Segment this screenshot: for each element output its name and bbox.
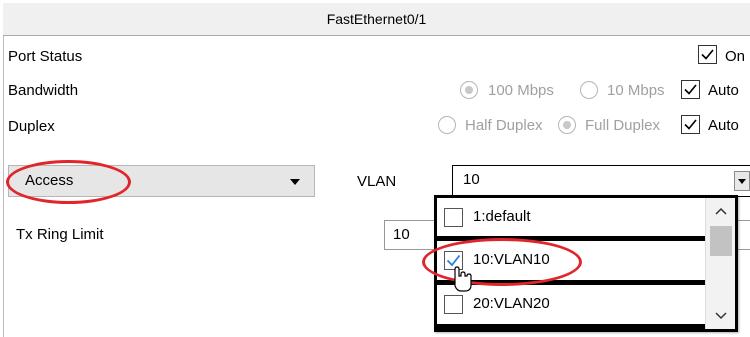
tx-ring-limit-label: Tx Ring Limit (16, 226, 104, 243)
vlan-value: 10 (463, 171, 480, 188)
vlan-option-label: 10:VLAN10 (473, 251, 550, 268)
port-status-label: Port Status (8, 48, 83, 65)
panel-title: FastEthernet0/1 (3, 3, 750, 36)
duplex-full-radio[interactable] (558, 116, 576, 134)
chevron-down-icon[interactable] (706, 303, 735, 329)
duplex-full-label: Full Duplex (585, 117, 661, 134)
port-status-on-label: On (725, 48, 746, 65)
vlan-option[interactable]: 10:VLAN10 (437, 241, 705, 285)
port-mode-select[interactable]: Access (8, 165, 315, 197)
vlan-list-scrollbar[interactable] (705, 198, 735, 329)
checkmark-icon (701, 49, 714, 60)
port-status-checkbox[interactable] (698, 45, 717, 64)
bandwidth-auto-label: Auto (708, 82, 739, 99)
bandwidth-auto-checkbox[interactable] (681, 80, 700, 99)
vlan-option[interactable]: 20:VLAN20 (437, 285, 705, 329)
vlan-option-label: 20:VLAN20 (473, 295, 550, 312)
checkmark-icon (684, 84, 697, 95)
bandwidth-10-radio[interactable] (580, 81, 598, 99)
vlan-option-label: 1:default (473, 208, 531, 225)
bandwidth-100-label: 100 Mbps (488, 82, 554, 99)
mouse-cursor-icon (454, 266, 472, 292)
vlan-label: VLAN (357, 173, 397, 190)
chevron-up-icon[interactable] (706, 198, 735, 224)
scrollbar-thumb[interactable] (710, 226, 732, 256)
duplex-label: Duplex (8, 118, 55, 135)
duplex-auto-label: Auto (708, 117, 739, 134)
vlan-select[interactable]: 10 (452, 165, 750, 197)
port-mode-value: Access (25, 172, 74, 189)
duplex-half-radio[interactable] (438, 116, 456, 134)
duplex-auto-checkbox[interactable] (681, 115, 700, 134)
vlan-option-checkbox[interactable] (444, 295, 463, 314)
chevron-down-icon (290, 179, 300, 185)
vlan-dropdown-list[interactable]: 1:default 10:VLAN10 20:VLAN20 (434, 195, 738, 332)
vlan-option-checkbox[interactable] (444, 208, 463, 227)
bandwidth-10-label: 10 Mbps (607, 82, 665, 99)
vlan-dropdown-button[interactable] (734, 171, 750, 191)
tx-ring-limit-value: 10 (393, 226, 410, 243)
list-separator (437, 324, 705, 329)
bandwidth-label: Bandwidth (8, 82, 79, 99)
duplex-half-label: Half Duplex (465, 117, 543, 134)
bandwidth-100-radio[interactable] (460, 81, 478, 99)
checkmark-icon (684, 119, 697, 130)
